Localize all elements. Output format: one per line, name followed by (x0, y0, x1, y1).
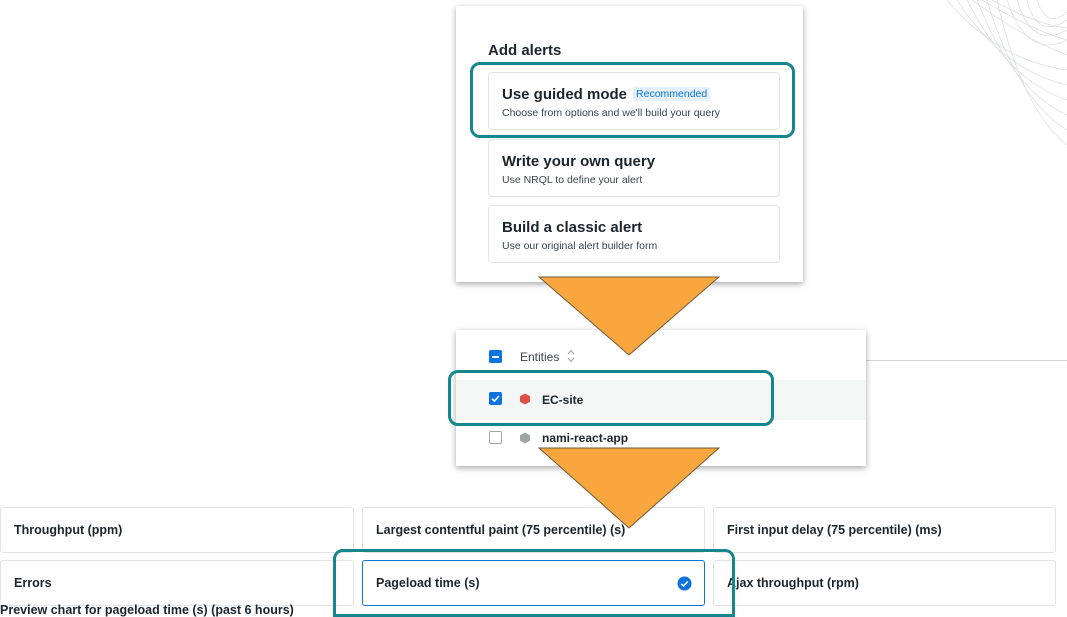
add-alerts-title: Add alerts (488, 42, 562, 59)
classic-alert-description: Use our original alert builder form (502, 240, 658, 252)
decorative-wave-lines (946, 0, 1067, 146)
metric-card-errors[interactable]: Errors (0, 560, 354, 606)
metric-label: Ajax throughput (rpm) (727, 576, 859, 590)
entity-name-ec-site[interactable]: EC-site (542, 393, 583, 407)
metric-card-fid[interactable]: First input delay (75 percentile) (ms) (713, 507, 1056, 553)
entity-hexagon-icon (520, 393, 530, 405)
recommended-badge: Recommended (633, 87, 711, 101)
metric-label: Errors (14, 576, 52, 590)
divider-line (866, 360, 1067, 361)
metric-label: Throughput (ppm) (14, 523, 123, 537)
preview-chart-title: Preview chart for pageload time (s) (pas… (0, 603, 294, 617)
metric-card-ajax-throughput[interactable]: Ajax throughput (rpm) (713, 560, 1056, 606)
checkmark-icon (491, 395, 500, 403)
write-query-title: Write your own query (502, 153, 656, 170)
check-circle-icon (677, 576, 692, 591)
metric-label: Pageload time (s) (376, 576, 480, 590)
classic-alert-option[interactable]: Build a classic alert Use our original a… (488, 205, 780, 263)
nami-react-app-checkbox[interactable] (489, 431, 502, 444)
guided-mode-option[interactable]: Use guided mode Recommended Choose from o… (488, 72, 780, 130)
add-alerts-panel: Add alerts Use guided mode Recommended Ch… (456, 6, 803, 282)
guided-mode-title: Use guided mode Recommended (502, 86, 711, 103)
metric-card-throughput[interactable]: Throughput (ppm) (0, 507, 354, 553)
select-all-checkbox[interactable] (489, 350, 502, 363)
write-query-option[interactable]: Write your own query Use NRQL to define … (488, 139, 780, 197)
metric-label: First input delay (75 percentile) (ms) (727, 523, 942, 537)
metric-card-pageload-time[interactable]: Pageload time (s) (362, 560, 705, 606)
selected-row-background (456, 380, 866, 420)
down-arrow-icon (538, 276, 720, 356)
entity-hexagon-icon (520, 432, 530, 444)
guided-mode-description: Choose from options and we'll build your… (502, 107, 720, 119)
entity-name-nami-react-app[interactable]: nami-react-app (542, 431, 628, 445)
classic-alert-title: Build a classic alert (502, 219, 643, 236)
ec-site-checkbox[interactable] (489, 392, 502, 405)
write-query-description: Use NRQL to define your alert (502, 174, 643, 186)
down-arrow-icon (538, 447, 720, 529)
